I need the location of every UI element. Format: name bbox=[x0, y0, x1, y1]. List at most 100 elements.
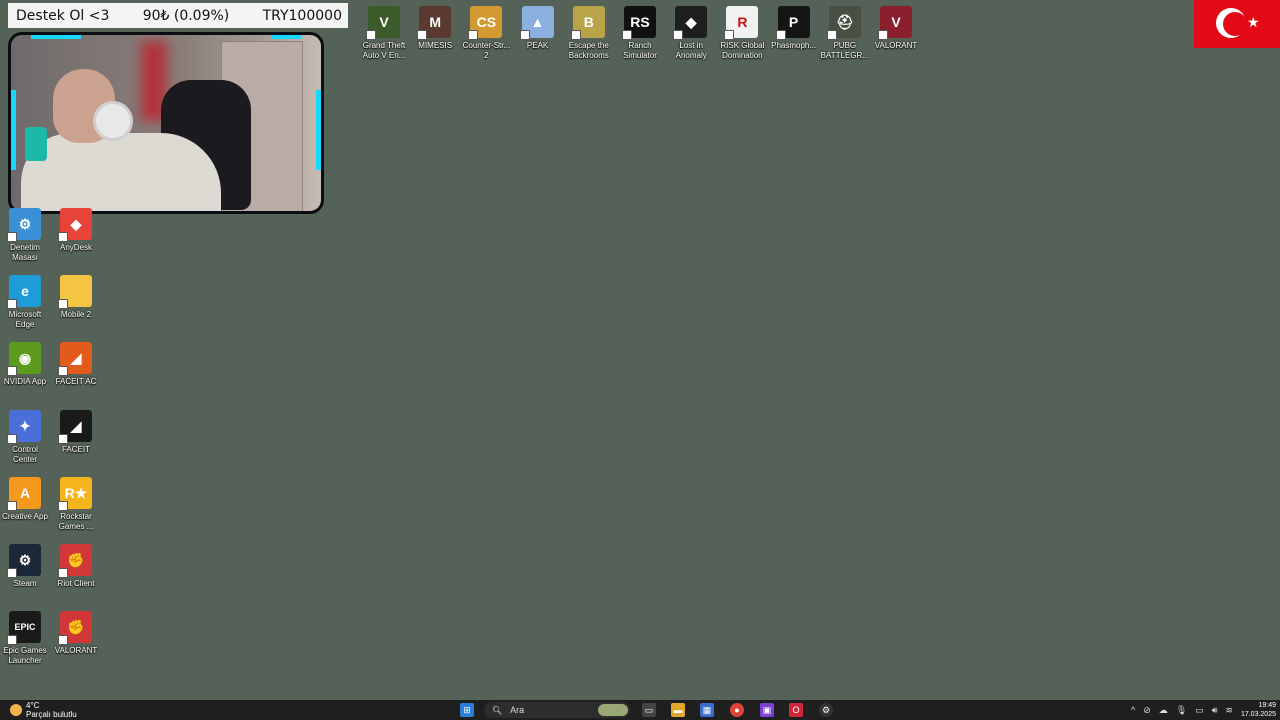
webcam-headphone bbox=[93, 101, 133, 141]
anydesk-icon: ◆ bbox=[58, 208, 92, 242]
weather-widget[interactable]: 4°C Parçalı bulutlu bbox=[10, 701, 77, 719]
weather-icon bbox=[10, 704, 22, 716]
valorant-icon: V bbox=[878, 6, 912, 40]
shortcut-label: Mobile 2 bbox=[60, 310, 92, 320]
weather-desc: Parçalı bulutlu bbox=[26, 710, 77, 719]
desktop-shortcut[interactable]: ◆ AnyDesk bbox=[51, 208, 101, 253]
file-explorer-icon[interactable]: ▬ bbox=[671, 703, 685, 717]
desktop-shortcut[interactable]: ⚙ Denetim Masası bbox=[0, 208, 50, 263]
lost-in-anomaly-icon: ◆ bbox=[673, 6, 708, 40]
peak-icon: ▲ bbox=[519, 6, 554, 40]
clock[interactable]: 19:49 17.03.2025 bbox=[1241, 701, 1276, 719]
donation-goal-amount: TRY100000 bbox=[262, 7, 342, 24]
desktop-shortcut[interactable]: ✦ Control Center bbox=[0, 409, 50, 465]
shortcut-label: Lost in Anomaly bbox=[675, 41, 707, 60]
shortcut-label: VALORANT bbox=[874, 41, 918, 50]
shortcut-label: Rockstar Games ... bbox=[58, 511, 94, 531]
desktop-shortcut[interactable]: A Creative App bbox=[0, 476, 50, 522]
network-off-icon[interactable]: ⊘ bbox=[1143, 705, 1151, 716]
steam-overlay-icon[interactable]: ⚙ bbox=[819, 703, 833, 717]
webcam-frame-accent bbox=[11, 90, 16, 170]
risk-icon: R bbox=[724, 6, 759, 40]
desktop-shortcut[interactable]: ◢ FACEIT bbox=[51, 409, 101, 455]
faceit-ac-icon: ◢ bbox=[58, 342, 92, 377]
shortcut-label: Ranch Simulator bbox=[623, 41, 657, 60]
phasmophobia-icon: P bbox=[775, 6, 810, 40]
opera-icon[interactable]: O bbox=[789, 703, 803, 717]
faceit-icon: ◢ bbox=[58, 409, 92, 444]
shortcut-label: Phasmoph... bbox=[771, 41, 817, 50]
wifi-icon[interactable]: ≋ bbox=[1225, 705, 1233, 716]
shortcut-label: RISK Global Domination bbox=[720, 41, 765, 60]
shortcut-label: FACEIT bbox=[61, 444, 90, 454]
mimesis-icon: M bbox=[417, 6, 452, 40]
folder-icon bbox=[58, 275, 92, 310]
desktop-shortcut[interactable]: CS Counter-Str... 2 bbox=[461, 6, 511, 61]
shortcut-label: Counter-Str... 2 bbox=[462, 41, 511, 60]
webcam-frame-accent bbox=[271, 35, 301, 39]
clock-date: 17.03.2025 bbox=[1240, 711, 1276, 718]
shortcut-label: Grand Theft Auto V En... bbox=[362, 41, 406, 60]
webcam-overlay bbox=[8, 32, 324, 214]
start-icon[interactable]: ⊞ bbox=[460, 703, 474, 717]
desktop-shortcut[interactable]: ◢ FACEIT AC bbox=[51, 342, 101, 387]
store-icon[interactable]: ▦ bbox=[700, 703, 714, 717]
desktop-shortcut[interactable]: P Phasmoph... bbox=[769, 6, 819, 51]
control-panel-icon: ⚙ bbox=[7, 208, 41, 242]
rockstar-icon: R★ bbox=[58, 476, 92, 511]
volume-icon[interactable]: 🔊︎ bbox=[1212, 705, 1218, 716]
shortcut-label: NVIDIA App bbox=[3, 377, 47, 387]
desktop-shortcut[interactable]: M MIMESIS bbox=[410, 6, 460, 51]
desktop-shortcut[interactable]: ▲ PEAK bbox=[513, 6, 563, 51]
donation-goal-text: Destek Ol <3 bbox=[16, 7, 110, 24]
desktop-shortcut[interactable]: ✊ VALORANT bbox=[51, 611, 101, 656]
desktop-shortcut[interactable]: ◆ Lost in Anomaly bbox=[666, 6, 716, 61]
steam-icon: ⚙ bbox=[7, 544, 41, 578]
gta-v-icon: V bbox=[366, 6, 400, 40]
desktop-shortcut[interactable]: Mobile 2 bbox=[51, 275, 101, 320]
shortcut-label: PUBG BATTLEGR... bbox=[820, 41, 869, 60]
desktop-shortcut[interactable]: R★ Rockstar Games ... bbox=[51, 476, 101, 532]
desktop-shortcut[interactable]: R RISK Global Domination bbox=[717, 6, 767, 61]
nvidia-icon: ◉ bbox=[7, 342, 41, 377]
desktop-shortcut[interactable]: V VALORANT bbox=[871, 6, 921, 51]
epic-games-icon: EPIC bbox=[7, 611, 41, 646]
desktop-shortcut[interactable]: ✊ Riot Client bbox=[51, 544, 101, 589]
shortcut-label: Creative App bbox=[2, 511, 48, 521]
task-view-icon[interactable]: ▭ bbox=[642, 703, 656, 717]
search-bar[interactable]: 🔍︎ Ara bbox=[484, 702, 630, 718]
display-icon[interactable]: ▭ bbox=[1195, 705, 1204, 716]
weather-temp: 4°C bbox=[26, 701, 40, 710]
twitch-icon[interactable]: ▣ bbox=[760, 703, 774, 717]
shortcut-label: Microsoft Edge bbox=[8, 310, 42, 330]
chrome-icon[interactable]: ● bbox=[730, 703, 744, 717]
chevron-up-icon[interactable]: ^ bbox=[1131, 705, 1135, 715]
search-placeholder: Ara bbox=[510, 705, 525, 715]
riot-valorant-icon: ✊ bbox=[58, 611, 92, 646]
shortcut-label: MIMESIS bbox=[418, 41, 453, 50]
shortcut-label: Steam bbox=[13, 579, 37, 588]
cloud-icon[interactable]: ☁ bbox=[1159, 705, 1168, 716]
search-highlight-icon bbox=[598, 704, 628, 716]
desktop-shortcut[interactable]: B Escape the Backrooms bbox=[564, 6, 614, 61]
shortcut-label: FACEIT AC bbox=[55, 377, 97, 387]
shortcut-label: Control Center bbox=[12, 444, 38, 464]
desktop-shortcut[interactable]: V Grand Theft Auto V En... bbox=[359, 6, 409, 61]
webcam-frame-accent bbox=[31, 35, 81, 39]
desktop-shortcut[interactable]: RS Ranch Simulator bbox=[615, 6, 665, 61]
shortcut-label: VALORANT bbox=[54, 646, 98, 656]
desktop-shortcut[interactable]: EPIC Epic Games Launcher bbox=[0, 611, 50, 666]
desktop-shortcut[interactable]: ⚙ Steam bbox=[0, 544, 50, 589]
control-center-icon: ✦ bbox=[7, 409, 41, 444]
system-tray: ^ ⊘ ☁ 🎙︎ ▭ 🔊︎ ≋ 19:49 17.03.2025 bbox=[1131, 700, 1280, 720]
shortcut-label: Denetim Masası bbox=[10, 243, 40, 262]
counter-strike-icon: CS bbox=[468, 6, 503, 40]
search-icon: 🔍︎ bbox=[492, 705, 503, 715]
microphone-icon[interactable]: 🎙︎ bbox=[1176, 705, 1187, 716]
desktop-shortcut[interactable]: e Microsoft Edge bbox=[0, 275, 50, 330]
shortcut-label: Riot Client bbox=[57, 579, 95, 588]
donation-progress: 90₺ (0.09%) bbox=[142, 7, 230, 24]
desktop-shortcut[interactable]: ◉ NVIDIA App bbox=[0, 342, 50, 387]
ranch-simulator-icon: RS bbox=[622, 6, 656, 40]
desktop-shortcut[interactable]: ⛑ PUBG BATTLEGR... bbox=[820, 6, 870, 61]
